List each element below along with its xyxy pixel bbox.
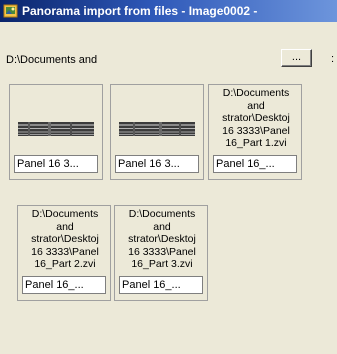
- panorama-app-icon: [3, 4, 18, 18]
- thumbnail-image: [119, 122, 195, 136]
- tile-name-field[interactable]: Panel 16_...: [213, 155, 297, 173]
- image-tile[interactable]: D:\Documents and strator\Desktoj 16 3333…: [208, 84, 302, 180]
- tile-name-field[interactable]: Panel 16_...: [22, 276, 106, 294]
- tile-name-field[interactable]: Panel 16 3...: [14, 155, 98, 173]
- image-tile[interactable]: D:\Documents and strator\Desktoj 16 3333…: [17, 205, 111, 301]
- tile-file-path: D:\Documents and strator\Desktoj 16 3333…: [128, 208, 196, 270]
- tile-file-path: D:\Documents and strator\Desktoj 16 3333…: [222, 87, 290, 149]
- tile-thumbnail: D:\Documents and strator\Desktoj 16 3333…: [20, 208, 108, 274]
- tile-thumbnail: D:\Documents and strator\Desktoj 16 3333…: [211, 87, 299, 153]
- tile-thumbnail: [113, 87, 201, 153]
- image-tile[interactable]: Panel 16 3...: [110, 84, 204, 180]
- window-title: Panorama import from files - Image0002 -: [22, 4, 258, 18]
- tile-file-path: D:\Documents and strator\Desktoj 16 3333…: [31, 208, 99, 270]
- image-tile[interactable]: Panel 16 3...: [9, 84, 103, 180]
- tile-thumbnail: [12, 87, 100, 153]
- tile-name-field[interactable]: Panel 16_...: [119, 276, 203, 294]
- thumbnail-image: [18, 122, 94, 136]
- tile-name-field[interactable]: Panel 16 3...: [115, 155, 199, 173]
- image-tile[interactable]: D:\Documents and strator\Desktoj 16 3333…: [114, 205, 208, 301]
- browse-button[interactable]: ...: [281, 49, 312, 67]
- clipped-label: :: [331, 53, 335, 65]
- tile-thumbnail: D:\Documents and strator\Desktoj 16 3333…: [117, 208, 205, 274]
- title-bar[interactable]: Panorama import from files - Image0002 -: [0, 0, 337, 22]
- folder-path-text: D:\Documents and: [6, 54, 98, 66]
